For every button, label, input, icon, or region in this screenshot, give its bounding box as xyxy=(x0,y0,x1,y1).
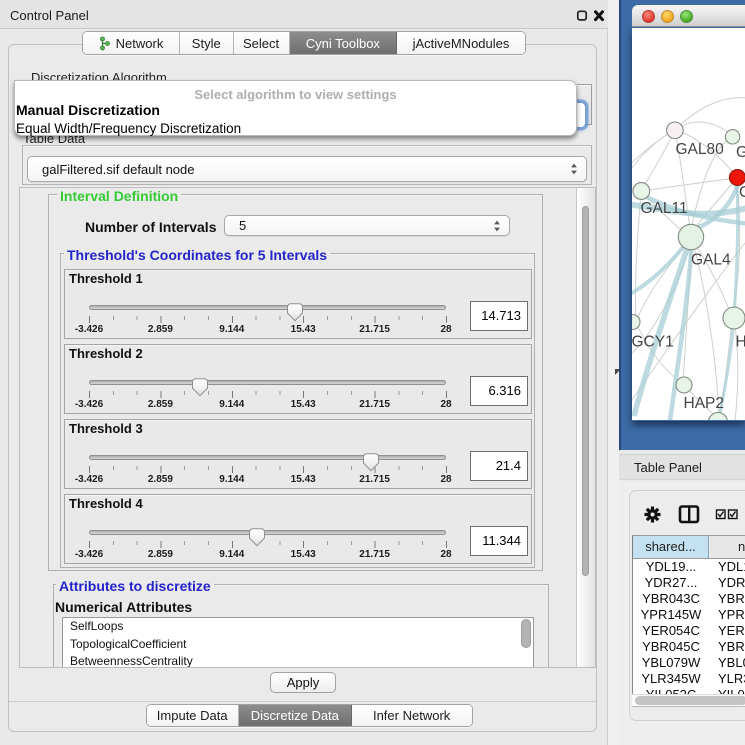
svg-text:C: C xyxy=(739,184,745,201)
svg-text:GA: GA xyxy=(736,144,745,161)
svg-text:GCY1: GCY1 xyxy=(632,334,674,351)
svg-text:GAL80: GAL80 xyxy=(676,141,725,158)
svg-text:H: H xyxy=(736,334,745,351)
svg-text:GAL11: GAL11 xyxy=(641,200,688,217)
svg-text:GAL4: GAL4 xyxy=(691,252,731,269)
svg-text:HAP2: HAP2 xyxy=(684,395,725,412)
